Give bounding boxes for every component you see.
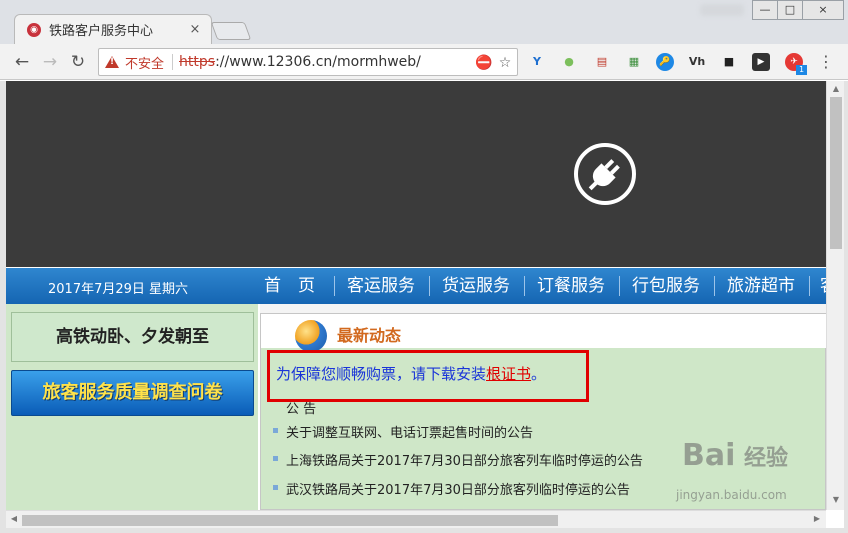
nav-travel-market[interactable]: 旅游超市 <box>727 274 795 298</box>
nav-divider <box>619 276 620 296</box>
nav-divider <box>524 276 525 296</box>
scroll-left-icon[interactable]: ◀ <box>7 512 21 526</box>
news-item[interactable]: 武汉铁路局关于2017年7月30日部分旅客列临时停运的公告 <box>286 479 630 498</box>
certificate-notice: 为保障您顺畅购票，请下载安装根证书。 <box>267 350 589 402</box>
baidu-jingyan-watermark: Bai 经验 jingyan.baidu.com <box>672 436 812 508</box>
left-column: 高铁动卧、夕发朝至 旅客服务质量调查问卷 <box>6 304 258 510</box>
extension-sheet-icon[interactable]: ▦ <box>625 53 643 71</box>
extension-badge: 1 <box>796 65 807 75</box>
url-text: ://www.12306.cn/mormhweb/ <box>215 54 421 70</box>
survey-button[interactable]: 旅客服务质量调查问卷 <box>11 370 254 416</box>
minimize-button[interactable]: — <box>752 0 778 20</box>
browser-tab[interactable]: ◉ 铁路客户服务中心 × <box>14 14 212 44</box>
globe-icon <box>295 320 327 352</box>
security-status[interactable]: 不安全 <box>125 53 164 72</box>
notice-prefix: 为保障您顺畅购票，请下载安装 <box>276 365 487 383</box>
nav-freight-service[interactable]: 货运服务 <box>442 274 510 298</box>
plugin-plug-icon <box>574 143 636 205</box>
watermark-brand: 经验 <box>744 446 789 471</box>
news-item[interactable]: 关于调整互联网、电话订票起售时间的公告 <box>286 422 533 441</box>
scroll-down-icon[interactable]: ▼ <box>829 493 843 507</box>
bullet-icon <box>273 428 278 433</box>
vertical-scrollbar[interactable]: ▲ ▼ <box>826 81 844 510</box>
new-tab-button[interactable] <box>210 22 252 40</box>
maximize-button[interactable]: □ <box>777 0 803 20</box>
extension-vh-icon[interactable]: Vh <box>688 53 706 71</box>
tab-title: 铁路客户服务中心 <box>49 24 154 39</box>
bookmark-star-icon[interactable]: ☆ <box>497 55 513 71</box>
scroll-up-icon[interactable]: ▲ <box>829 82 843 96</box>
nav-catering-service[interactable]: 订餐服务 <box>537 274 605 298</box>
news-item[interactable]: 上海铁路局关于2017年7月30日部分旅客列车临时停运的公告 <box>286 450 643 469</box>
nav-home[interactable]: 首 页 <box>264 274 315 298</box>
reload-icon[interactable]: ↻ <box>68 52 88 72</box>
nav-luggage-service[interactable]: 行包服务 <box>632 274 700 298</box>
browser-toolbar: ← → ↻ 不安全 https ://www.12306.cn/mormhweb… <box>0 44 848 80</box>
back-arrow-icon[interactable]: ← <box>12 52 32 72</box>
tab-close-icon[interactable]: × <box>187 22 203 38</box>
warning-icon <box>105 56 119 68</box>
window-frame-bottom <box>0 528 848 533</box>
address-bar[interactable]: 不安全 https ://www.12306.cn/mormhweb/ ⛔ ☆ <box>98 48 518 76</box>
notice-text: 为保障您顺畅购票，请下载安装根证书。 <box>276 363 546 384</box>
extension-play-icon[interactable]: ▶ <box>752 53 770 71</box>
notice-suffix: 。 <box>531 365 547 383</box>
blocked-content-icon[interactable]: ⛔ <box>475 55 492 71</box>
extension-y-icon[interactable]: Y <box>528 53 546 71</box>
nav-divider <box>809 276 810 296</box>
news-item-announcement[interactable]: 公 告 <box>286 398 316 417</box>
main-nav-bar: 2017年7月29日 星期六 首 页 客运服务 货运服务 订餐服务 行包服务 旅… <box>6 268 826 304</box>
extension-glasses-icon[interactable]: ■ <box>720 53 738 71</box>
scroll-right-icon[interactable]: ▶ <box>810 512 824 526</box>
window-frame-right <box>844 81 848 533</box>
baidu-paw-logo-icon: Bai <box>682 438 736 473</box>
extension-circle-icon[interactable]: ● <box>560 53 578 71</box>
bullet-icon <box>273 485 278 490</box>
nav-passenger-service[interactable]: 客运服务 <box>347 274 415 298</box>
divider <box>172 54 174 70</box>
root-certificate-link[interactable]: 根证书 <box>486 365 531 383</box>
horizontal-scrollbar[interactable]: ◀ ▶ <box>6 510 826 528</box>
browser-menu-icon[interactable]: ⋮ <box>818 52 834 72</box>
close-window-button[interactable]: × <box>802 0 844 20</box>
blurred-user-label <box>700 4 744 16</box>
news-header: 最新动态 <box>261 314 826 352</box>
blocked-plugin-area[interactable] <box>6 81 826 267</box>
nav-divider <box>334 276 335 296</box>
news-title: 最新动态 <box>337 326 402 345</box>
horizontal-scroll-thumb[interactable] <box>22 515 558 526</box>
watermark-url: jingyan.baidu.com <box>676 488 787 502</box>
extension-key-icon[interactable]: 🔑 <box>656 53 674 71</box>
site-favicon-icon: ◉ <box>27 22 41 37</box>
slogan-banner[interactable]: 高铁动卧、夕发朝至 <box>11 312 254 362</box>
forward-arrow-icon[interactable]: → <box>40 52 60 72</box>
bullet-icon <box>273 456 278 461</box>
nav-divider <box>714 276 715 296</box>
current-date: 2017年7月29日 星期六 <box>48 282 189 297</box>
vertical-scroll-thumb[interactable] <box>830 97 842 249</box>
extension-note-icon[interactable]: ▤ <box>593 53 611 71</box>
plug-glyph <box>588 159 620 191</box>
url-scheme: https <box>179 54 216 70</box>
title-bar: ◉ 铁路客户服务中心 × — □ × <box>0 0 848 44</box>
nav-divider <box>429 276 430 296</box>
